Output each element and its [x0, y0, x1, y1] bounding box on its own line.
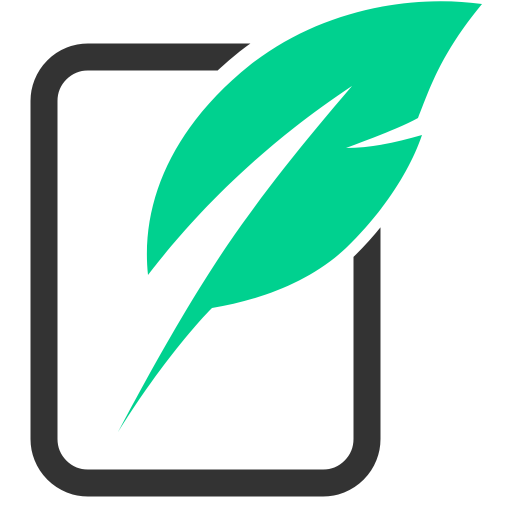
document-with-feather-quill-icon	[30, 0, 499, 497]
app-icon-stage	[0, 0, 512, 512]
